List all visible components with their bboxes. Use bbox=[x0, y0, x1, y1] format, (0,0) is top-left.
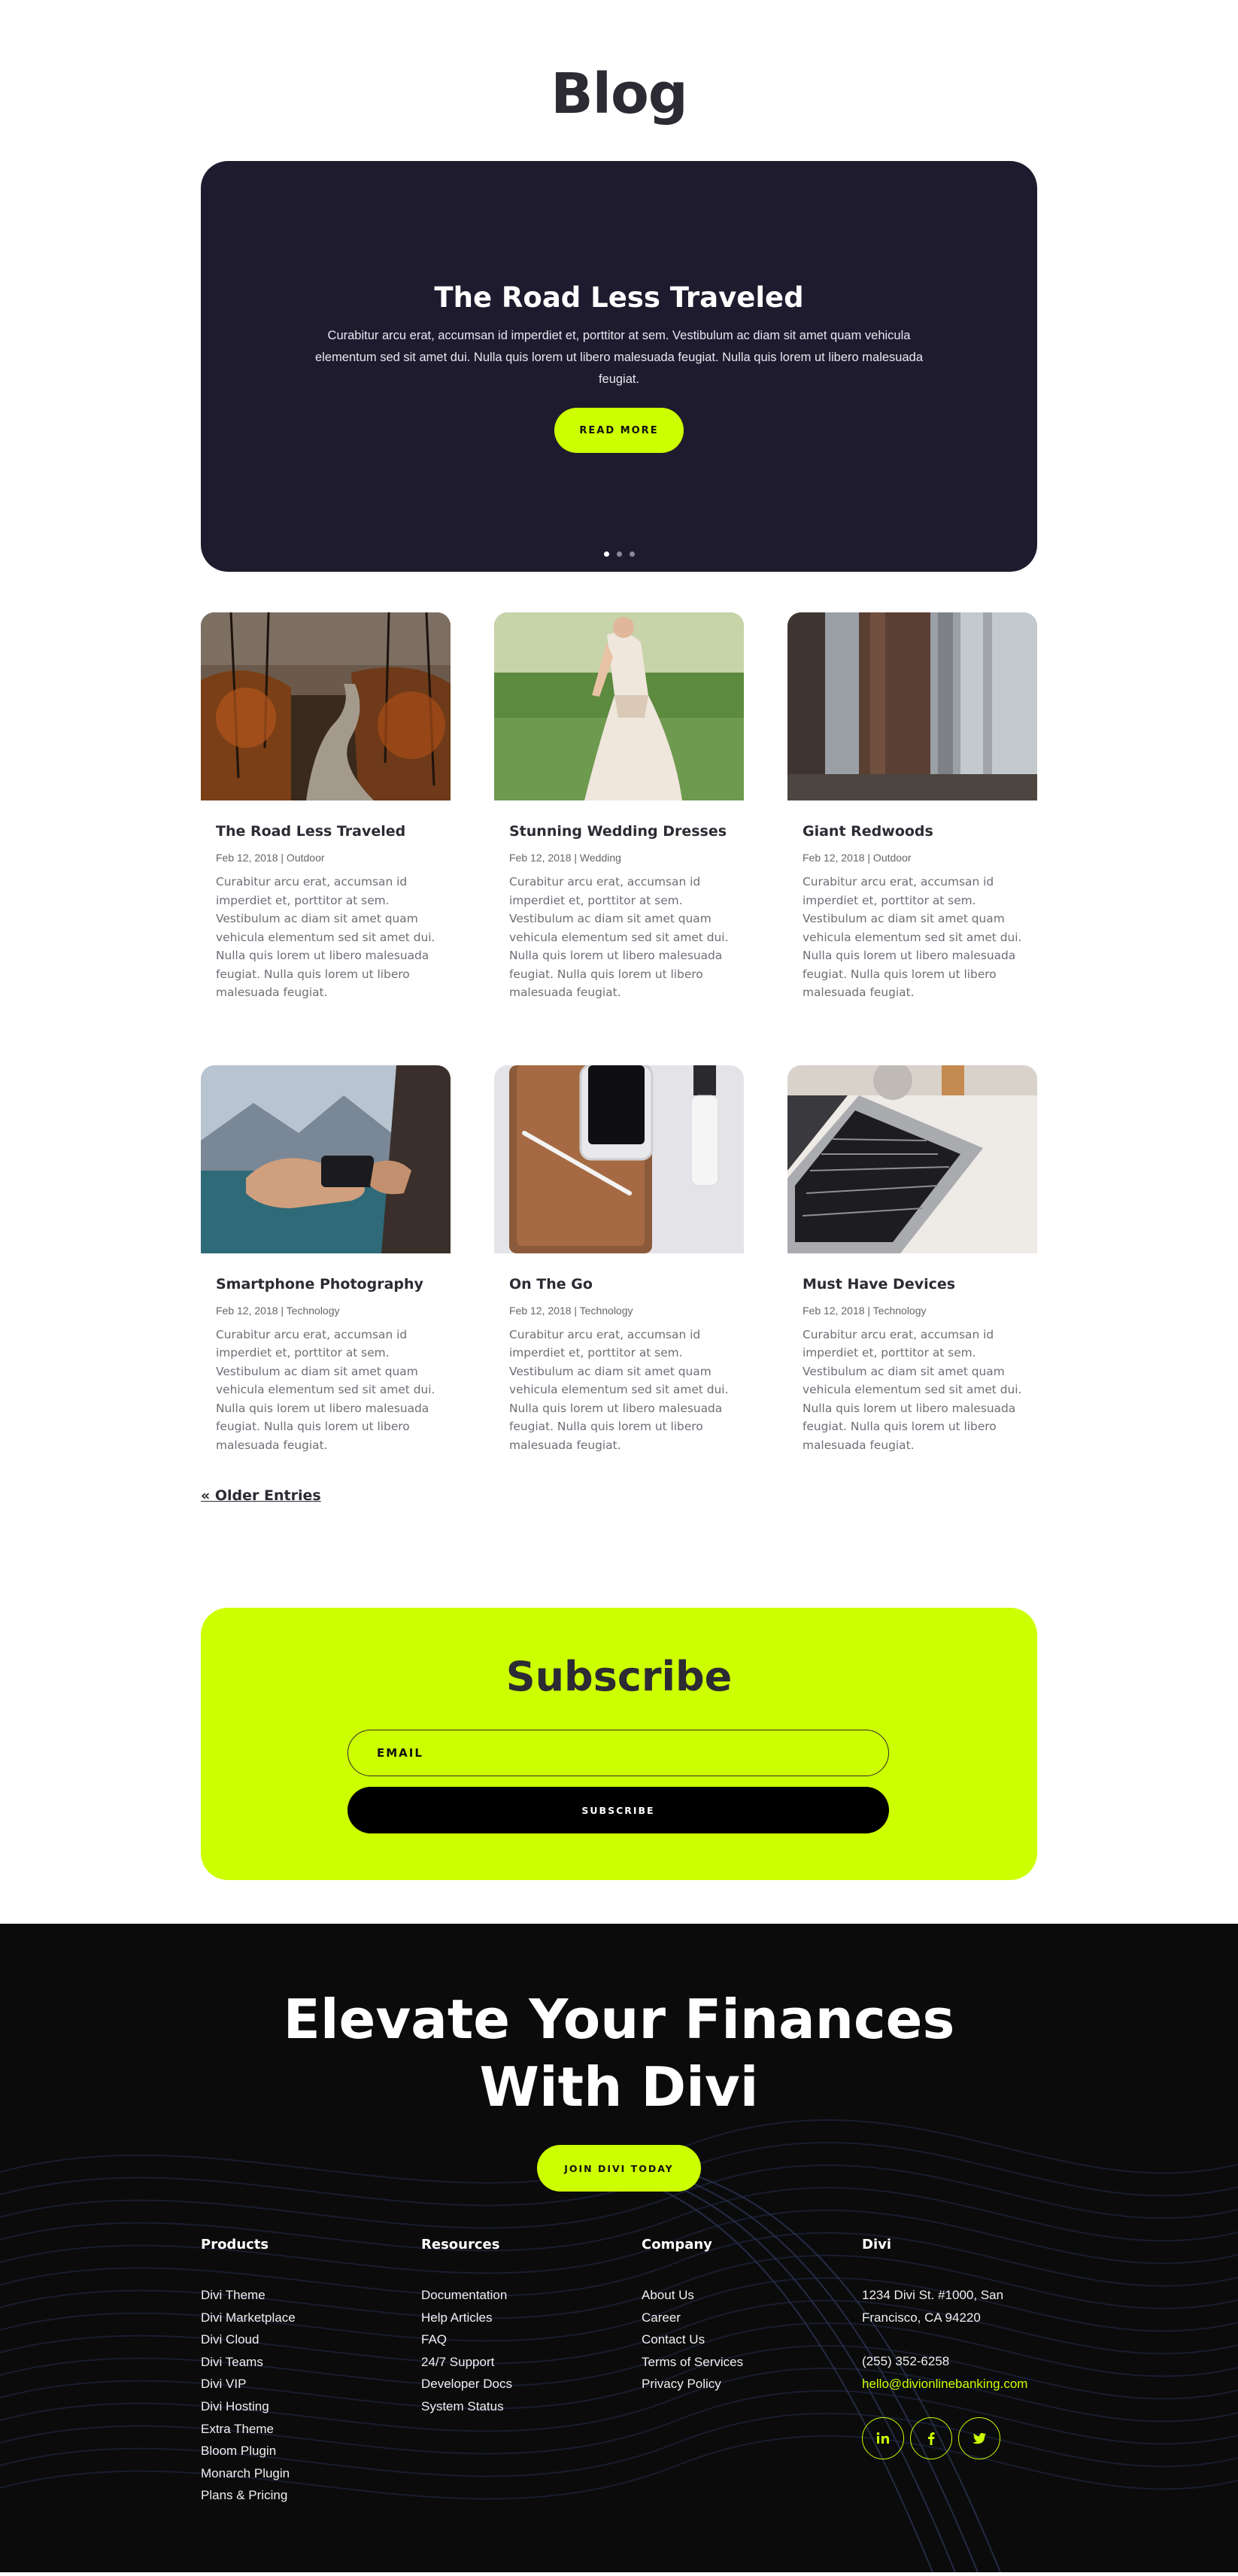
address-line-2: Francisco, CA 94220 bbox=[862, 2310, 981, 2325]
posts-grid: The Road Less Traveled Feb 12, 2018 | Ou… bbox=[201, 612, 1037, 1454]
post-excerpt: Curabitur arcu erat, accumsan id imperdi… bbox=[803, 875, 1022, 999]
address-line-1: 1234 Divi St. #1000, San bbox=[862, 2288, 1004, 2302]
post-meta: Feb 12, 2018 | Outdoor bbox=[216, 852, 325, 864]
post-image[interactable] bbox=[787, 1065, 1037, 1253]
read-more-button[interactable]: READ MORE bbox=[554, 408, 684, 453]
post-card: Giant Redwoods Feb 12, 2018 | Outdoor Cu… bbox=[787, 612, 1037, 1002]
footer-col-company: Company About Us Career Contact Us Terms… bbox=[642, 2237, 743, 2395]
page-header: Blog bbox=[0, 0, 1238, 150]
footer-link[interactable]: Divi Hosting bbox=[201, 2395, 296, 2418]
footer-link[interactable]: Contact Us bbox=[642, 2328, 743, 2351]
cta-title: Elevate Your Finances With Divi bbox=[0, 1985, 1238, 2121]
footer-link[interactable]: 24/7 Support bbox=[421, 2351, 512, 2374]
slider-dot-1[interactable] bbox=[603, 551, 609, 557]
post-image[interactable] bbox=[494, 612, 744, 800]
hero-title: The Road Less Traveled bbox=[434, 281, 804, 314]
post-meta: Feb 12, 2018 | Outdoor bbox=[803, 852, 912, 864]
footer: Elevate Your Finances With Divi JOIN DIV… bbox=[0, 1924, 1238, 2572]
twitter-icon[interactable] bbox=[958, 2417, 1000, 2460]
post-excerpt: Curabitur arcu erat, accumsan id imperdi… bbox=[509, 875, 729, 999]
wedding-dress-photo bbox=[494, 612, 744, 800]
post-image[interactable] bbox=[494, 1065, 744, 1253]
social-links bbox=[862, 2417, 1027, 2460]
cta-title-line-1: Elevate Your Finances bbox=[283, 1988, 955, 2051]
phone-photography-photo bbox=[201, 1065, 451, 1253]
linkedin-icon[interactable] bbox=[862, 2417, 904, 2460]
footer-link[interactable]: Help Articles bbox=[421, 2307, 512, 2329]
post-title[interactable]: Smartphone Photography bbox=[216, 1276, 435, 1293]
post-title[interactable]: Must Have Devices bbox=[803, 1276, 1022, 1293]
post-card: Stunning Wedding Dresses Feb 12, 2018 | … bbox=[494, 612, 744, 1002]
page-title: Blog bbox=[551, 62, 688, 126]
footer-col-divi: Divi 1234 Divi St. #1000, San Francisco,… bbox=[862, 2237, 1027, 2460]
post-excerpt: Curabitur arcu erat, accumsan id imperdi… bbox=[803, 1327, 1022, 1452]
post-image[interactable] bbox=[201, 612, 451, 800]
footer-link[interactable]: Plans & Pricing bbox=[201, 2484, 296, 2507]
footer-links: About Us Career Contact Us Terms of Serv… bbox=[642, 2284, 743, 2395]
footer-link[interactable]: Bloom Plugin bbox=[201, 2440, 296, 2462]
subscribe-button[interactable]: SUBSCRIBE bbox=[347, 1787, 889, 1833]
footer-link[interactable]: Divi VIP bbox=[201, 2373, 296, 2395]
post-card: The Road Less Traveled Feb 12, 2018 | Ou… bbox=[201, 612, 451, 1002]
cta-title-line-2: With Divi bbox=[479, 2055, 759, 2119]
footer-col-resources: Resources Documentation Help Articles FA… bbox=[421, 2237, 512, 2418]
footer-heading: Resources bbox=[421, 2237, 500, 2252]
post-card: On The Go Feb 12, 2018 | Technology Cura… bbox=[494, 1065, 744, 1455]
post-title[interactable]: Stunning Wedding Dresses bbox=[509, 823, 729, 840]
post-image[interactable] bbox=[787, 612, 1037, 800]
footer-link[interactable]: Divi Theme bbox=[201, 2284, 296, 2307]
footer-links: Divi Theme Divi Marketplace Divi Cloud D… bbox=[201, 2284, 296, 2507]
subscribe-section: Subscribe SUBSCRIBE bbox=[201, 1608, 1037, 1880]
footer-link[interactable]: Terms of Services bbox=[642, 2351, 743, 2374]
footer-link[interactable]: Divi Marketplace bbox=[201, 2307, 296, 2329]
post-excerpt: Curabitur arcu erat, accumsan id imperdi… bbox=[216, 1327, 435, 1452]
subscribe-title: Subscribe bbox=[505, 1653, 733, 1700]
post-meta: Feb 12, 2018 | Technology bbox=[216, 1304, 340, 1317]
post-excerpt: Curabitur arcu erat, accumsan id imperdi… bbox=[216, 875, 435, 999]
post-excerpt: Curabitur arcu erat, accumsan id imperdi… bbox=[509, 1327, 729, 1452]
post-title[interactable]: Giant Redwoods bbox=[803, 823, 1022, 840]
footer-link[interactable]: Privacy Policy bbox=[642, 2373, 743, 2395]
footer-link[interactable]: Developer Docs bbox=[421, 2373, 512, 2395]
post-meta: Feb 12, 2018 | Technology bbox=[803, 1304, 927, 1317]
footer-link[interactable]: Monarch Plugin bbox=[201, 2462, 296, 2485]
join-divi-button[interactable]: JOIN DIVI TODAY bbox=[537, 2145, 701, 2192]
footer-link[interactable]: System Status bbox=[421, 2395, 512, 2418]
post-title[interactable]: The Road Less Traveled bbox=[216, 823, 435, 840]
footer-heading: Products bbox=[201, 2237, 269, 2252]
slider-dot-2[interactable] bbox=[616, 551, 622, 557]
forest-road-photo bbox=[201, 612, 451, 800]
hero-slider: The Road Less Traveled Curabitur arcu er… bbox=[201, 161, 1037, 572]
footer-link[interactable]: Divi Teams bbox=[201, 2351, 296, 2374]
post-image[interactable] bbox=[201, 1065, 451, 1253]
post-card: Must Have Devices Feb 12, 2018 | Technol… bbox=[787, 1065, 1037, 1455]
post-card: Smartphone Photography Feb 12, 2018 | Te… bbox=[201, 1065, 451, 1455]
facebook-icon[interactable] bbox=[910, 2417, 952, 2460]
footer-link[interactable]: Divi Cloud bbox=[201, 2328, 296, 2351]
phone-number[interactable]: (255) 352-6258 bbox=[862, 2350, 1027, 2373]
footer-links: Documentation Help Articles FAQ 24/7 Sup… bbox=[421, 2284, 512, 2418]
address: 1234 Divi St. #1000, San Francisco, CA 9… bbox=[862, 2284, 1027, 2328]
email-field[interactable] bbox=[347, 1730, 889, 1776]
footer-col-products: Products Divi Theme Divi Marketplace Div… bbox=[201, 2237, 296, 2507]
older-entries-link[interactable]: « Older Entries bbox=[201, 1487, 1037, 1504]
slider-dot-3[interactable] bbox=[629, 551, 635, 557]
slider-dots bbox=[201, 551, 1037, 557]
footer-link[interactable]: Extra Theme bbox=[201, 2418, 296, 2441]
email-link[interactable]: hello@divionlinebanking.com bbox=[862, 2373, 1027, 2395]
tablet-phone-desk-photo bbox=[494, 1065, 744, 1253]
post-meta: Feb 12, 2018 | Technology bbox=[509, 1304, 633, 1317]
footer-link[interactable]: FAQ bbox=[421, 2328, 512, 2351]
footer-link[interactable]: Career bbox=[642, 2307, 743, 2329]
page: Blog The Road Less Traveled Curabitur ar… bbox=[0, 0, 1238, 2572]
footer-link[interactable]: About Us bbox=[642, 2284, 743, 2307]
footer-heading: Company bbox=[642, 2237, 712, 2252]
hero-text: Curabitur arcu erat, accumsan id imperdi… bbox=[315, 329, 923, 386]
footer-heading: Divi bbox=[862, 2237, 892, 2252]
post-meta: Feb 12, 2018 | Wedding bbox=[509, 852, 621, 864]
redwood-trees-photo bbox=[787, 612, 1037, 800]
footer-link[interactable]: Documentation bbox=[421, 2284, 512, 2307]
laptop-keyboard-photo bbox=[787, 1065, 1037, 1253]
post-title[interactable]: On The Go bbox=[509, 1276, 729, 1293]
